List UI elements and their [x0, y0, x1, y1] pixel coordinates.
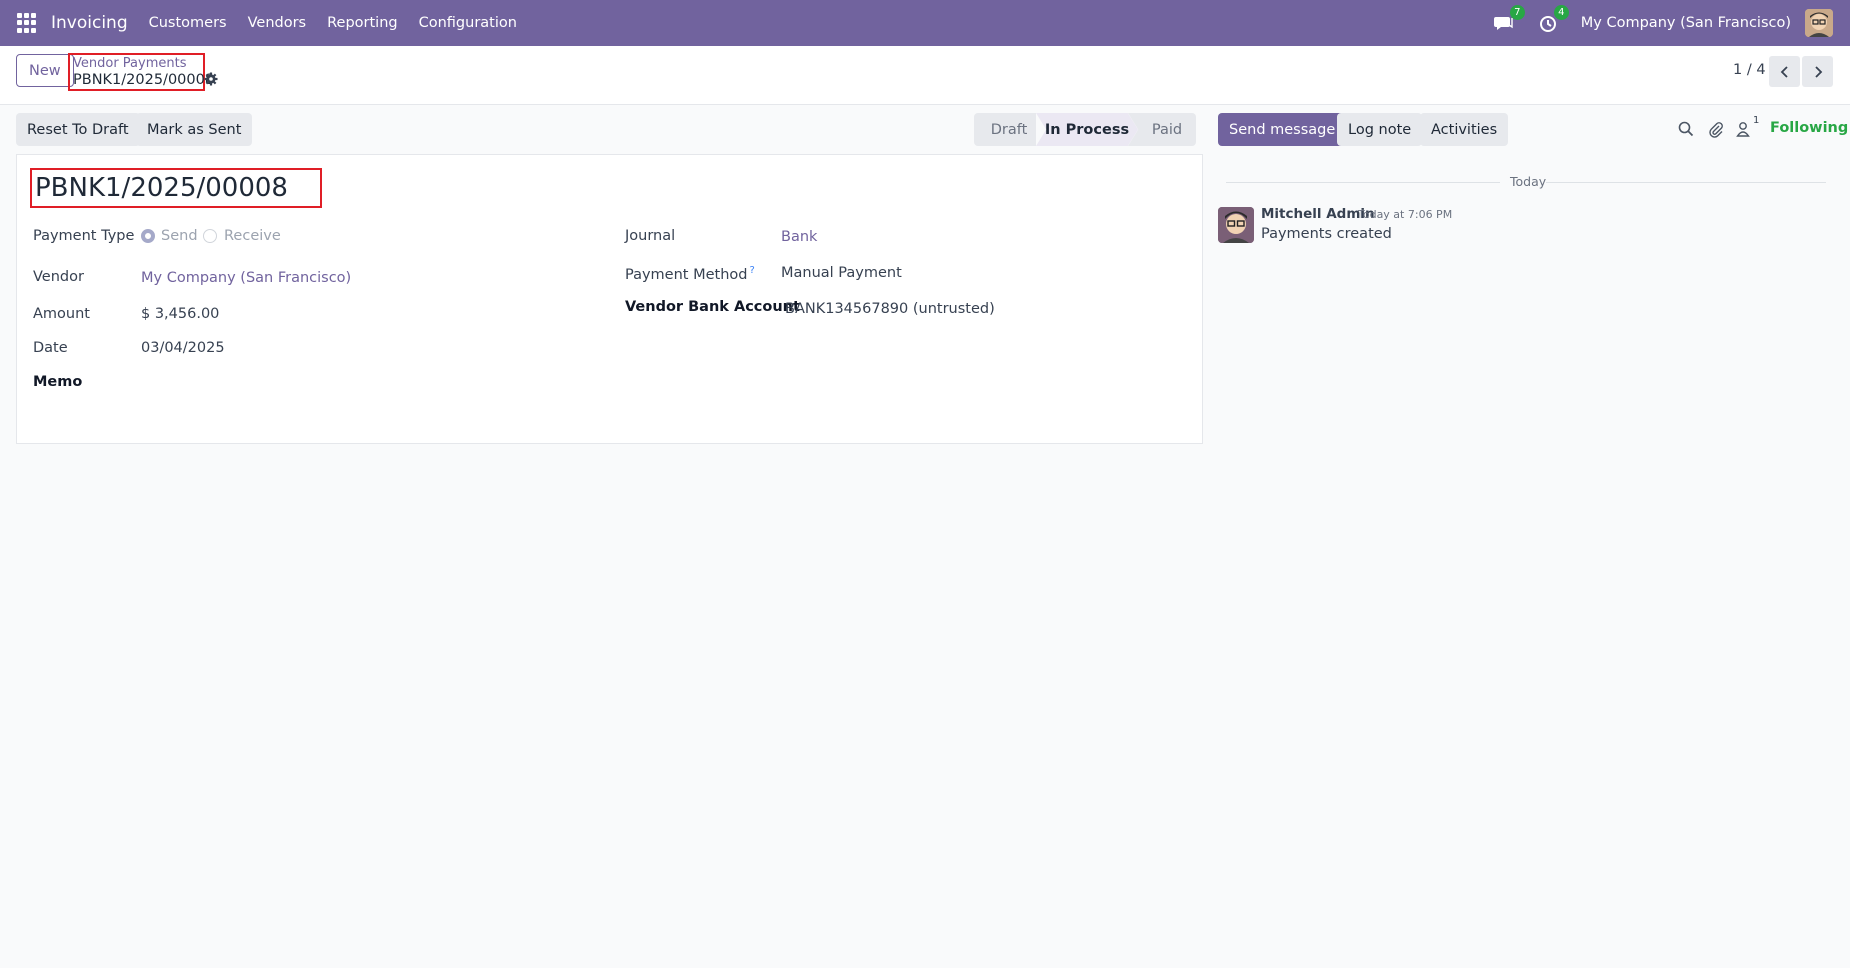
- record-title: PBNK1/2025/00008: [30, 168, 322, 208]
- activities-button[interactable]: Activities: [1420, 113, 1509, 146]
- menu-reporting[interactable]: Reporting: [327, 15, 398, 31]
- vendor-bank-account-label: Vendor Bank Account: [625, 299, 800, 315]
- radio-receive[interactable]: [203, 229, 217, 243]
- date-label: Date: [33, 340, 68, 356]
- chevron-left-icon: [1780, 65, 1788, 78]
- status-stage-paid[interactable]: Paid: [1128, 113, 1196, 146]
- payment-method-label-text: Payment Method: [625, 266, 748, 283]
- amount-field[interactable]: $ 3,456.00: [141, 306, 219, 322]
- top-navbar: Invoicing Customers Vendors Reporting Co…: [0, 0, 1850, 46]
- menu-vendors[interactable]: Vendors: [248, 15, 307, 31]
- chevron-right-icon: [1814, 65, 1822, 78]
- vendor-label: Vendor: [33, 269, 84, 285]
- radio-receive-label[interactable]: Receive: [224, 228, 281, 244]
- message-author-avatar[interactable]: [1218, 207, 1254, 243]
- amount-label: Amount: [33, 306, 90, 322]
- control-panel: New Vendor Payments PBNK1/2025/00008: [0, 46, 1850, 105]
- payment-method-field[interactable]: Manual Payment: [781, 265, 902, 281]
- vendor-field[interactable]: My Company (San Francisco): [141, 270, 351, 286]
- radio-send[interactable]: [141, 229, 155, 243]
- pager-value[interactable]: 1 / 4: [1733, 62, 1766, 78]
- menu-customers[interactable]: Customers: [149, 15, 227, 31]
- reset-to-draft-button[interactable]: Reset To Draft: [16, 113, 140, 146]
- messages-icon[interactable]: 7: [1493, 5, 1525, 34]
- activities-badge: 4: [1553, 5, 1569, 20]
- followers-icon[interactable]: 1: [1735, 115, 1759, 138]
- company-switcher[interactable]: My Company (San Francisco): [1581, 15, 1791, 31]
- payment-method-label: Payment Method?: [625, 265, 755, 283]
- breadcrumb-current-record: PBNK1/2025/00008: [73, 72, 215, 88]
- status-stage-draft[interactable]: Draft: [974, 113, 1036, 146]
- journal-label: Journal: [625, 228, 676, 244]
- menu-configuration[interactable]: Configuration: [419, 15, 517, 31]
- date-divider-left: [1226, 182, 1500, 183]
- following-button[interactable]: Following: [1770, 120, 1848, 136]
- message-body: Payments created: [1261, 226, 1392, 242]
- record-title-text: PBNK1/2025/00008: [35, 173, 288, 203]
- activities-clock-icon[interactable]: 4: [1537, 5, 1569, 34]
- new-button[interactable]: New: [16, 54, 74, 87]
- message-timestamp: Today at 7:06 PM: [1358, 208, 1453, 221]
- payment-type-label: Payment Type: [33, 228, 135, 244]
- breadcrumb-vendor-payments[interactable]: Vendor Payments: [73, 57, 200, 71]
- mark-as-sent-button[interactable]: Mark as Sent: [136, 113, 253, 146]
- send-message-button[interactable]: Send message: [1218, 113, 1347, 146]
- messages-badge: 7: [1509, 5, 1525, 20]
- search-icon[interactable]: [1677, 120, 1695, 138]
- paperclip-icon[interactable]: [1707, 120, 1725, 138]
- date-divider-label: Today: [1510, 174, 1547, 189]
- help-icon[interactable]: ?: [749, 265, 754, 276]
- radio-send-label[interactable]: Send: [161, 228, 198, 244]
- user-avatar[interactable]: [1805, 9, 1833, 37]
- log-note-button[interactable]: Log note: [1337, 113, 1423, 146]
- date-divider-right: [1546, 182, 1826, 183]
- vendor-bank-account-field[interactable]: BANK134567890 (untrusted): [785, 301, 995, 317]
- apps-grid-icon[interactable]: [17, 13, 37, 33]
- app-brand[interactable]: Invoicing: [51, 13, 128, 33]
- pager-previous-button[interactable]: [1769, 56, 1800, 87]
- gear-icon[interactable]: [204, 72, 218, 86]
- memo-label: Memo: [33, 374, 83, 390]
- pager-next-button[interactable]: [1802, 56, 1833, 87]
- followers-count: 1: [1753, 115, 1760, 126]
- status-stage-in-process[interactable]: In Process: [1036, 113, 1138, 146]
- breadcrumb: Vendor Payments PBNK1/2025/00008: [68, 53, 215, 91]
- status-bar: Draft In Process Paid: [974, 113, 1196, 146]
- journal-field[interactable]: Bank: [781, 229, 817, 245]
- navbar-systray: 7 4 My Company (San Francisco): [1493, 0, 1850, 46]
- date-field[interactable]: 03/04/2025: [141, 340, 225, 356]
